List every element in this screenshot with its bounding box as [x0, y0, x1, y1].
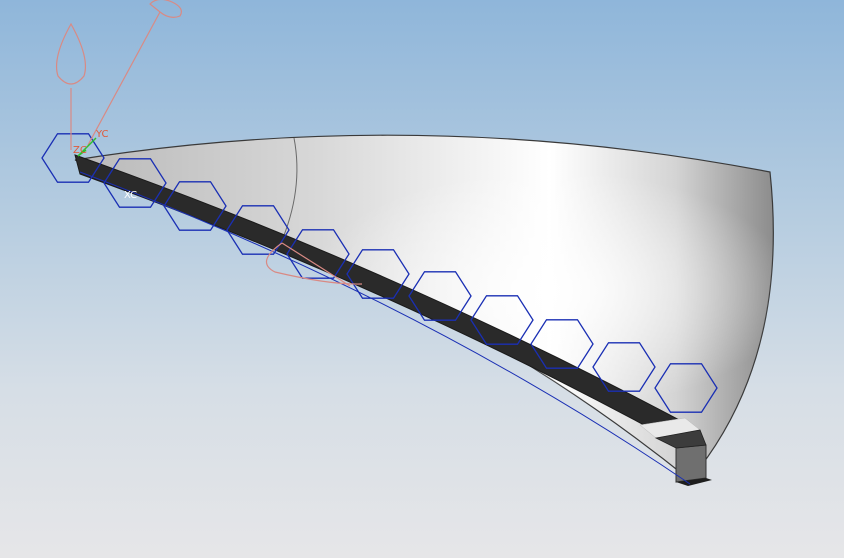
- wcs-z-label: ZC: [73, 145, 87, 156]
- graphics-viewport[interactable]: YC ZC XC: [0, 0, 844, 558]
- wcs-y-label: YC: [95, 129, 109, 140]
- cone-handle-icon[interactable]: [55, 22, 87, 85]
- rotate-handle-icon[interactable]: [149, 0, 182, 18]
- model-scene[interactable]: YC ZC XC: [0, 0, 844, 558]
- manipulator-y-axis[interactable]: [87, 11, 161, 146]
- wcs-x-label: XC: [124, 190, 137, 201]
